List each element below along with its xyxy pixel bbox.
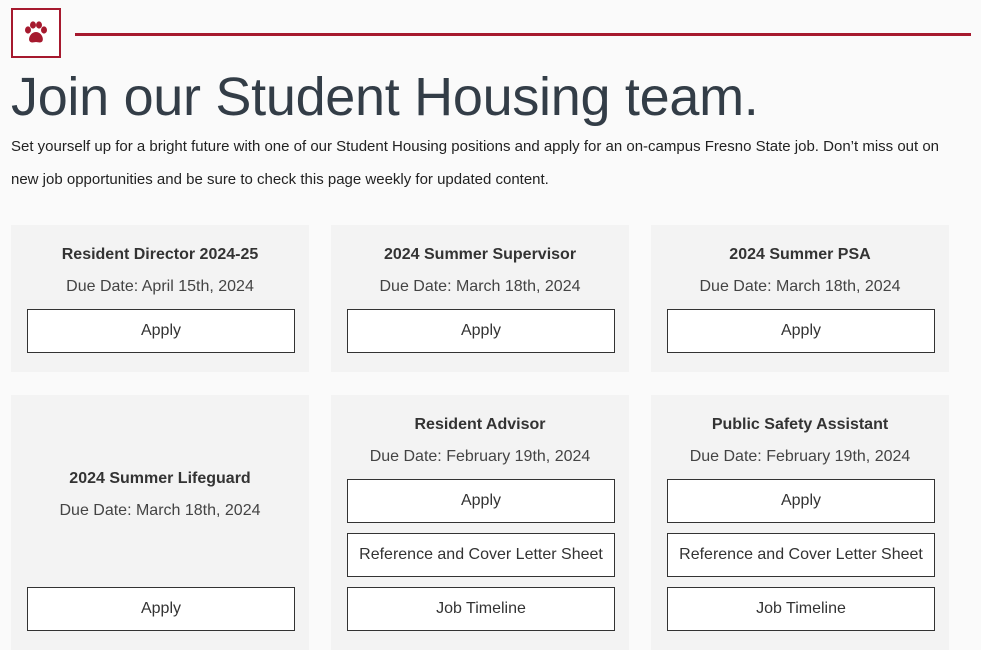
reference-letter-button[interactable]: Reference and Cover Letter Sheet xyxy=(347,533,615,577)
paw-icon xyxy=(25,21,47,43)
due-date: Due Date: March 18th, 2024 xyxy=(699,278,901,295)
job-card-resident-advisor: Resident Advisor Due Date: February 19th… xyxy=(331,395,629,650)
apply-button[interactable]: Apply xyxy=(27,309,295,353)
job-title: Resident Advisor xyxy=(414,416,546,433)
intro-text: Set yourself up for a bright future with… xyxy=(11,138,940,188)
job-timeline-button[interactable]: Job Timeline xyxy=(667,587,935,631)
job-card-public-safety-assistant: Public Safety Assistant Due Date: Februa… xyxy=(651,395,949,650)
job-title: 2024 Summer PSA xyxy=(729,246,871,263)
apply-button[interactable]: Apply xyxy=(667,309,935,353)
header-divider xyxy=(75,33,971,36)
apply-button[interactable]: Apply xyxy=(27,587,295,631)
header xyxy=(11,8,971,62)
job-card-summer-psa: 2024 Summer PSA Due Date: March 18th, 20… xyxy=(651,225,949,372)
apply-button[interactable]: Apply xyxy=(347,309,615,353)
page-title: Join our Student Housing team. xyxy=(11,67,759,127)
due-date: Due Date: February 19th, 2024 xyxy=(369,448,591,465)
job-title: 2024 Summer Supervisor xyxy=(383,246,577,263)
due-date: Due Date: March 18th, 2024 xyxy=(59,502,261,519)
due-date: Due Date: February 19th, 2024 xyxy=(689,448,911,465)
due-date: Due Date: March 18th, 2024 xyxy=(379,278,581,295)
job-card-summer-supervisor: 2024 Summer Supervisor Due Date: March 1… xyxy=(331,225,629,372)
job-card-resident-director: Resident Director 2024-25 Due Date: Apri… xyxy=(11,225,309,372)
reference-letter-button[interactable]: Reference and Cover Letter Sheet xyxy=(667,533,935,577)
job-card-summer-lifeguard: 2024 Summer Lifeguard Due Date: March 18… xyxy=(11,395,309,650)
due-date: Due Date: April 15th, 2024 xyxy=(66,278,254,295)
job-title: Resident Director 2024-25 xyxy=(61,246,259,263)
logo[interactable] xyxy=(11,8,61,58)
job-title: Public Safety Assistant xyxy=(711,416,889,433)
job-timeline-button[interactable]: Job Timeline xyxy=(347,587,615,631)
apply-button[interactable]: Apply xyxy=(347,479,615,523)
job-title: 2024 Summer Lifeguard xyxy=(69,470,251,487)
apply-button[interactable]: Apply xyxy=(667,479,935,523)
